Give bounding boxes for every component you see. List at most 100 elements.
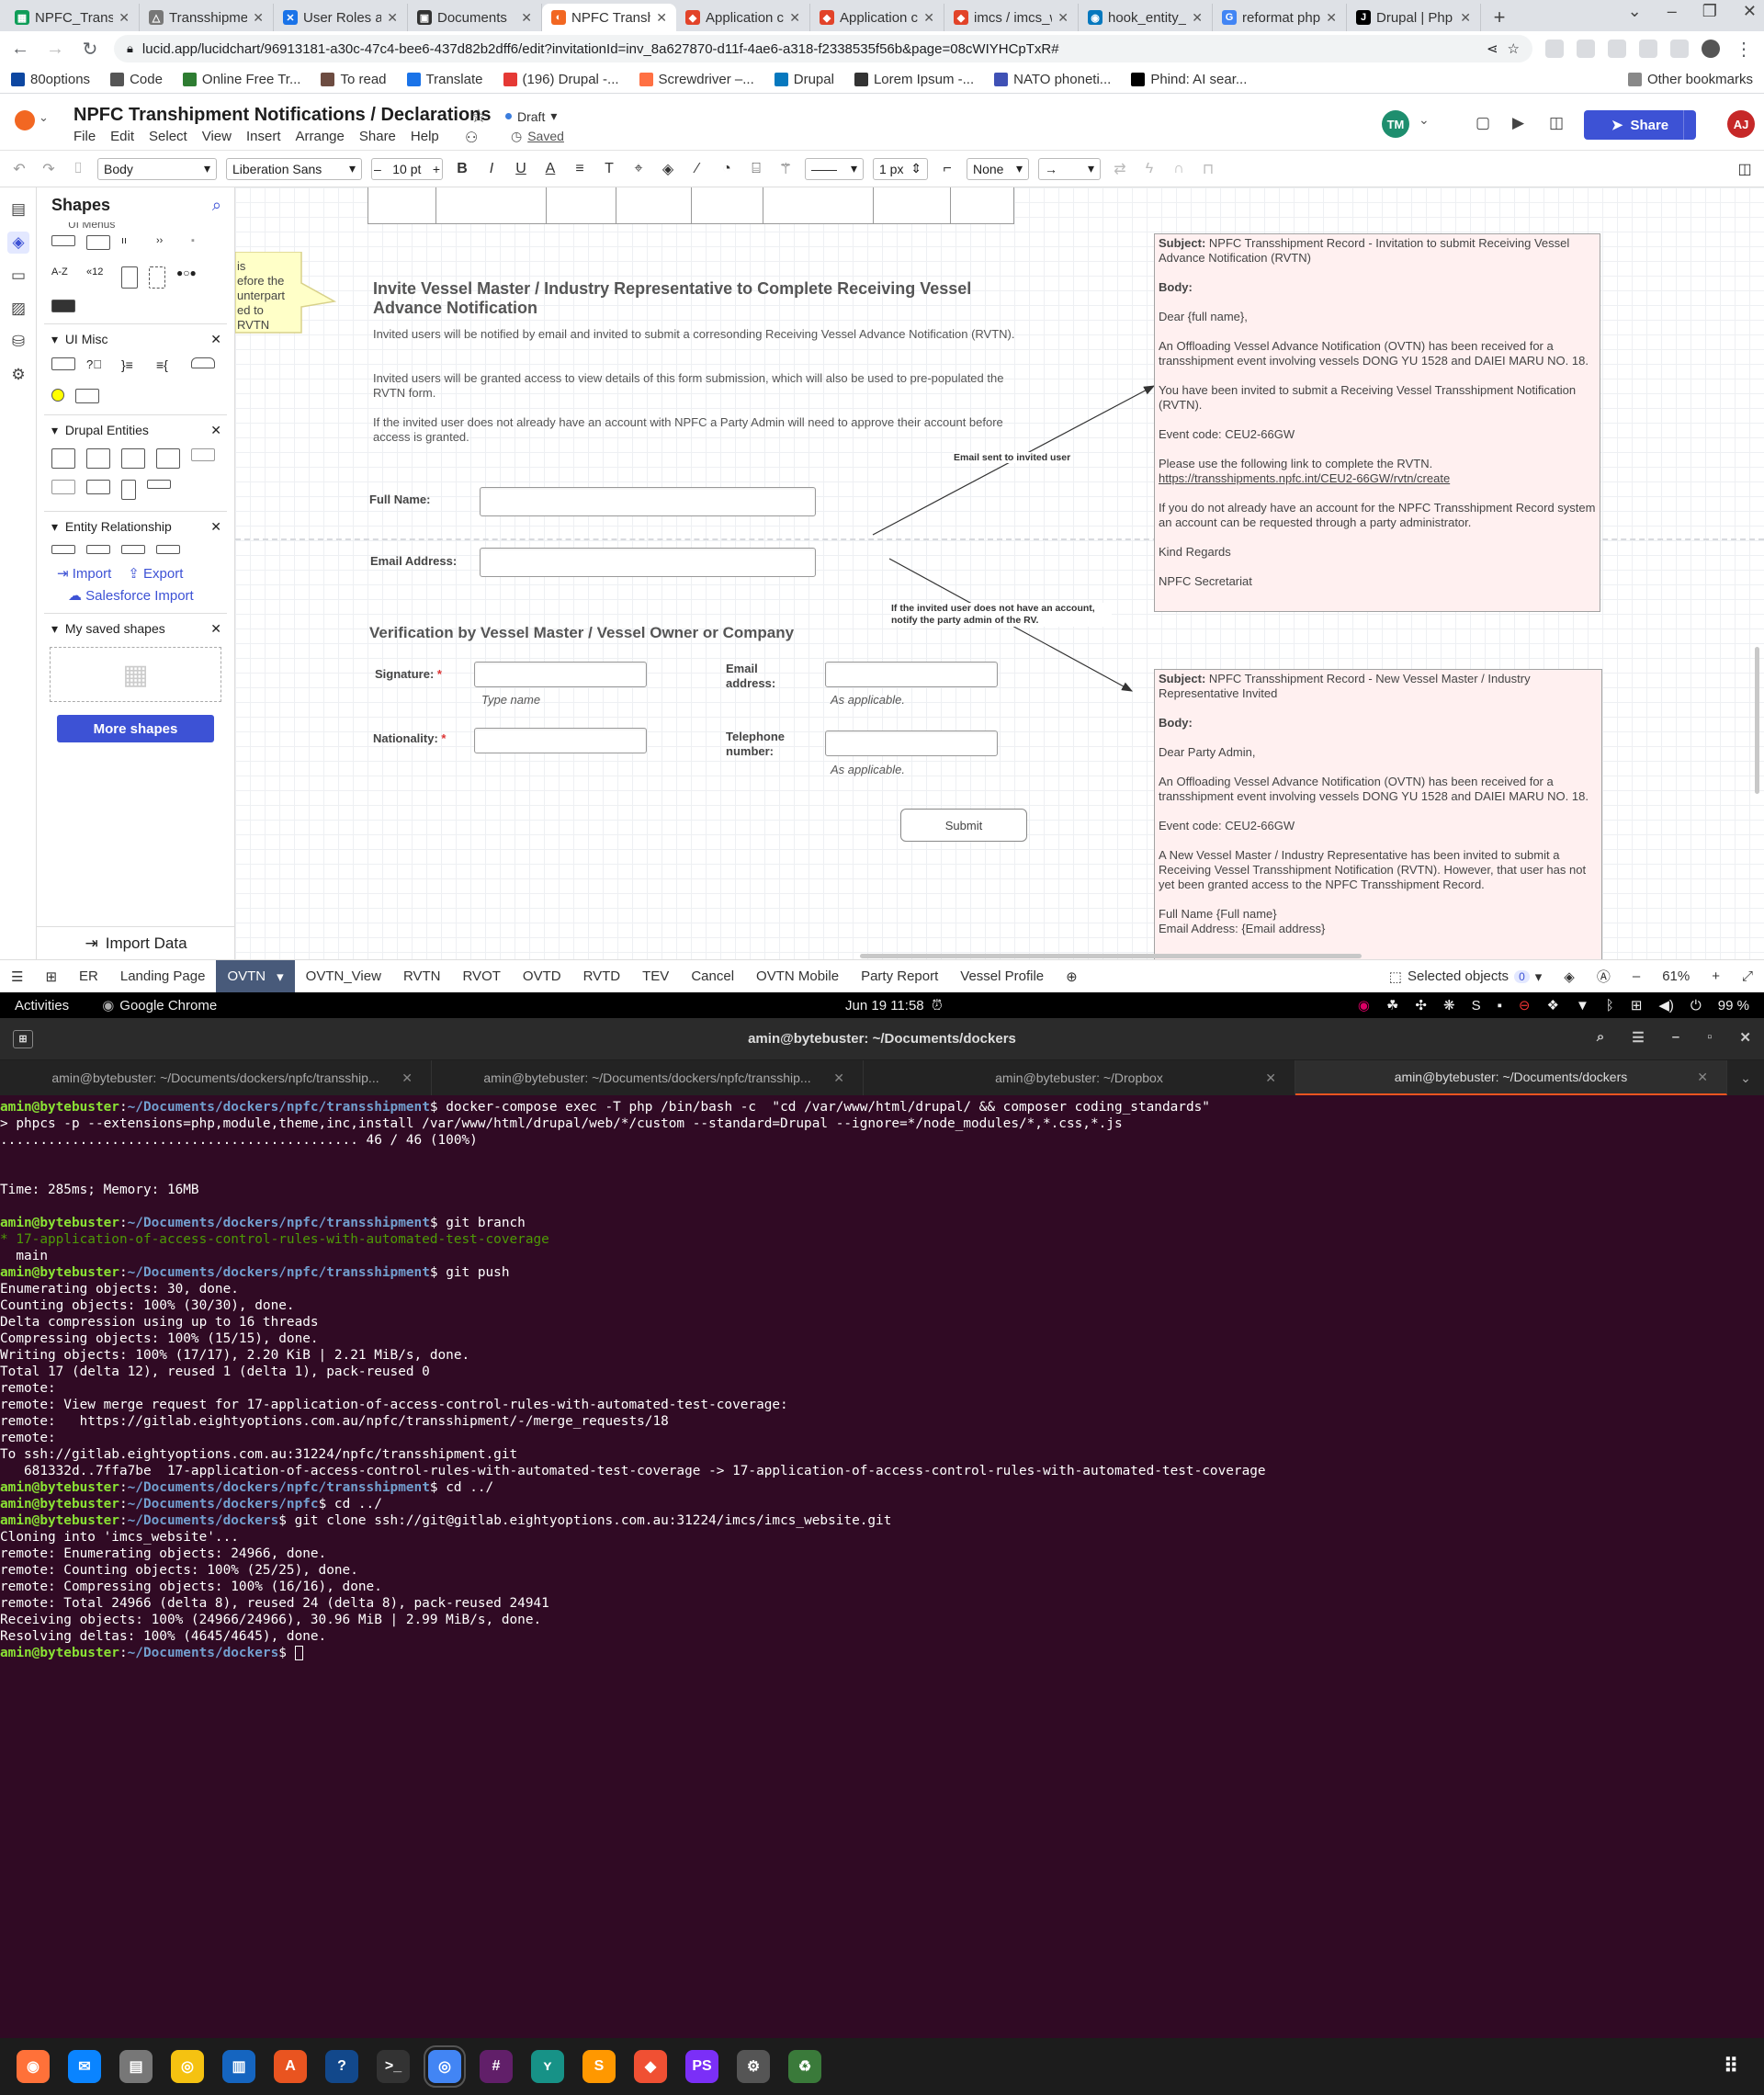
shape-tile[interactable] xyxy=(156,545,180,554)
signature-input[interactable] xyxy=(474,662,647,687)
full-name-input[interactable] xyxy=(480,487,816,516)
bookmark-item[interactable]: NATO phoneti... xyxy=(994,72,1111,87)
shape-tile[interactable] xyxy=(121,266,138,289)
trash-icon[interactable]: ♻ xyxy=(788,2050,821,2083)
bookmark-star-icon[interactable]: ☆ xyxy=(1508,40,1520,57)
browser-tab[interactable]: ◉ hook_entity_ ✕ xyxy=(1079,4,1213,31)
shape-tile[interactable] xyxy=(51,357,75,370)
close-icon[interactable]: ✕ xyxy=(1326,10,1337,26)
share-icon[interactable]: ⋖ xyxy=(1487,40,1498,57)
close-icon[interactable]: ✕ xyxy=(210,519,221,535)
page-tab-er[interactable]: ER xyxy=(68,960,109,993)
help-icon[interactable]: ? xyxy=(325,2050,358,2083)
git-icon[interactable]: ◆ xyxy=(634,2050,667,2083)
page-tab-rvtd[interactable]: RVTD xyxy=(572,960,632,993)
plus-icon[interactable]: + xyxy=(433,162,440,176)
menu-share[interactable]: Share xyxy=(359,129,396,144)
close-icon[interactable]: ✕ xyxy=(521,10,532,26)
close-icon[interactable]: ✕ xyxy=(119,10,130,26)
close-icon[interactable]: ✕ xyxy=(253,10,264,26)
browser-tab[interactable]: ◆ imcs / imcs_w ✕ xyxy=(944,4,1079,31)
shape-tile[interactable] xyxy=(86,480,110,494)
page-grid-icon[interactable]: ⊞ xyxy=(34,960,68,993)
page-tab-ovtn[interactable]: OVTN ▾ xyxy=(216,959,295,992)
clock[interactable]: Jun 19 11:58 ⏰︎ xyxy=(845,998,943,1014)
firefox-icon[interactable]: ◉ xyxy=(17,2050,50,2083)
undo-icon[interactable]: ↶ xyxy=(9,159,29,179)
shape-tile[interactable] xyxy=(86,545,110,554)
export-link[interactable]: ⇪ Export xyxy=(128,565,183,582)
line-width-stepper[interactable]: 1 px ⇕ xyxy=(873,157,928,180)
text-color-icon[interactable]: A xyxy=(540,159,560,179)
browser-tab[interactable]: J Drupal | Php ✕ xyxy=(1347,4,1481,31)
menu-arrange[interactable]: Arrange xyxy=(296,129,345,144)
other-bookmarks[interactable]: Other bookmarks xyxy=(1627,72,1753,87)
bookmark-item[interactable]: Code xyxy=(110,72,163,87)
email-address-input[interactable] xyxy=(480,548,816,577)
email-template-invite[interactable]: Subject: NPFC Transshipment Record - Inv… xyxy=(1154,233,1600,612)
magic-wand-icon[interactable]: ⚚ xyxy=(775,159,796,179)
present-icon[interactable]: ▶ xyxy=(1512,114,1524,132)
close-icon[interactable]: ✕ xyxy=(656,10,667,26)
browser-tab[interactable]: ◐ NPFC Transh ✕ xyxy=(542,4,676,31)
sublime-icon[interactable]: S xyxy=(582,2050,616,2083)
browser-tab[interactable]: ◆ Application c ✕ xyxy=(676,4,810,31)
reload-icon[interactable]: ↻ xyxy=(79,38,101,61)
shape-tile[interactable] xyxy=(51,545,75,554)
align-icon[interactable]: ≡ xyxy=(570,159,590,179)
shape-tile[interactable]: «12 xyxy=(86,266,110,287)
layers-icon[interactable]: ◈ xyxy=(1553,960,1586,993)
extensions-puzzle-icon[interactable] xyxy=(1639,40,1657,58)
shape-tile[interactable] xyxy=(75,389,99,403)
vertical-scrollbar[interactable] xyxy=(1755,647,1759,794)
menu-view[interactable]: View xyxy=(202,129,232,144)
anchor-icon[interactable]: ∩ xyxy=(1169,159,1189,179)
bookmark-item[interactable]: Online Free Tr... xyxy=(182,72,300,87)
shape-tile[interactable]: A-Z xyxy=(51,266,75,287)
line-style-select[interactable]: —— ▾ xyxy=(805,157,864,180)
comments-icon[interactable]: ▢ xyxy=(1476,114,1490,132)
maximize-icon[interactable]: ❐ xyxy=(1702,2,1717,21)
add-page-icon[interactable]: ⊕ xyxy=(1055,960,1089,993)
action-icon[interactable]: ϟ xyxy=(1139,159,1159,179)
search-icon[interactable]: ⌕ xyxy=(1597,1029,1604,1046)
shape-tile[interactable]: ●○● xyxy=(176,266,200,287)
position-icon[interactable]: ⌖ xyxy=(628,159,649,179)
fullscreen-icon[interactable]: ⤢ xyxy=(1731,960,1764,993)
writer-icon[interactable]: ▥ xyxy=(222,2050,255,2083)
page-tab-ovtn-view[interactable]: OVTN_View xyxy=(295,960,392,993)
selected-objects[interactable]: ⬚ Selected objects 0 ▾ xyxy=(1378,960,1553,993)
files-icon[interactable]: ▤ xyxy=(119,2050,153,2083)
close-icon[interactable]: ✕ xyxy=(833,1070,844,1086)
shape-tile[interactable] xyxy=(121,448,145,469)
shape-tile[interactable]: }≡ xyxy=(121,357,145,378)
close-icon[interactable]: ✕ xyxy=(1460,10,1471,26)
line-shape-icon[interactable]: ⌐ xyxy=(937,159,957,179)
opacity-icon[interactable]: ◔ xyxy=(717,159,737,179)
more-shapes-button[interactable]: More shapes xyxy=(57,715,214,742)
browser-tab[interactable]: ▣ Documents ✕ xyxy=(408,4,542,31)
close-icon[interactable]: ✕ xyxy=(210,332,221,347)
new-tab-button[interactable]: + xyxy=(1481,4,1518,31)
font-size-stepper[interactable]: –10 pt + xyxy=(371,157,443,180)
bookmark-item[interactable]: Screwdriver –... xyxy=(639,72,754,87)
horizontal-scrollbar[interactable] xyxy=(860,954,1362,958)
lock-icon[interactable]: 🔒︎ xyxy=(127,41,133,56)
new-tab-icon[interactable]: ⊞ xyxy=(13,1030,33,1048)
page-tab-landing-page[interactable]: Landing Page xyxy=(109,960,217,993)
bookmark-item[interactable]: Lorem Ipsum -... xyxy=(854,72,974,87)
browser-tab[interactable]: △ Transshipme ✕ xyxy=(140,4,274,31)
menu-select[interactable]: Select xyxy=(149,129,187,144)
saved-shapes-dropzone[interactable]: ▦ xyxy=(50,647,221,702)
section-entity-relationship[interactable]: ▾ Entity Relationship ✕ xyxy=(37,512,234,541)
tab-search-icon[interactable]: ⌄ xyxy=(1628,2,1642,21)
avatar[interactable]: AJ xyxy=(1727,110,1755,138)
thunderbird-icon[interactable]: ✉ xyxy=(68,2050,101,2083)
arrow-end-select[interactable]: → ▾ xyxy=(1038,157,1101,180)
panel-toggle-icon[interactable]: ◫ xyxy=(1735,159,1755,179)
import-link[interactable]: ⇥ Import xyxy=(57,565,111,582)
shape-tile[interactable] xyxy=(121,480,136,500)
terminal-tab[interactable]: amin@bytebuster: ~/Documents/dockers/npf… xyxy=(432,1060,864,1095)
close-icon[interactable]: ✕ xyxy=(1192,10,1203,26)
import-data-button[interactable]: ⇥ Import Data xyxy=(37,926,234,959)
